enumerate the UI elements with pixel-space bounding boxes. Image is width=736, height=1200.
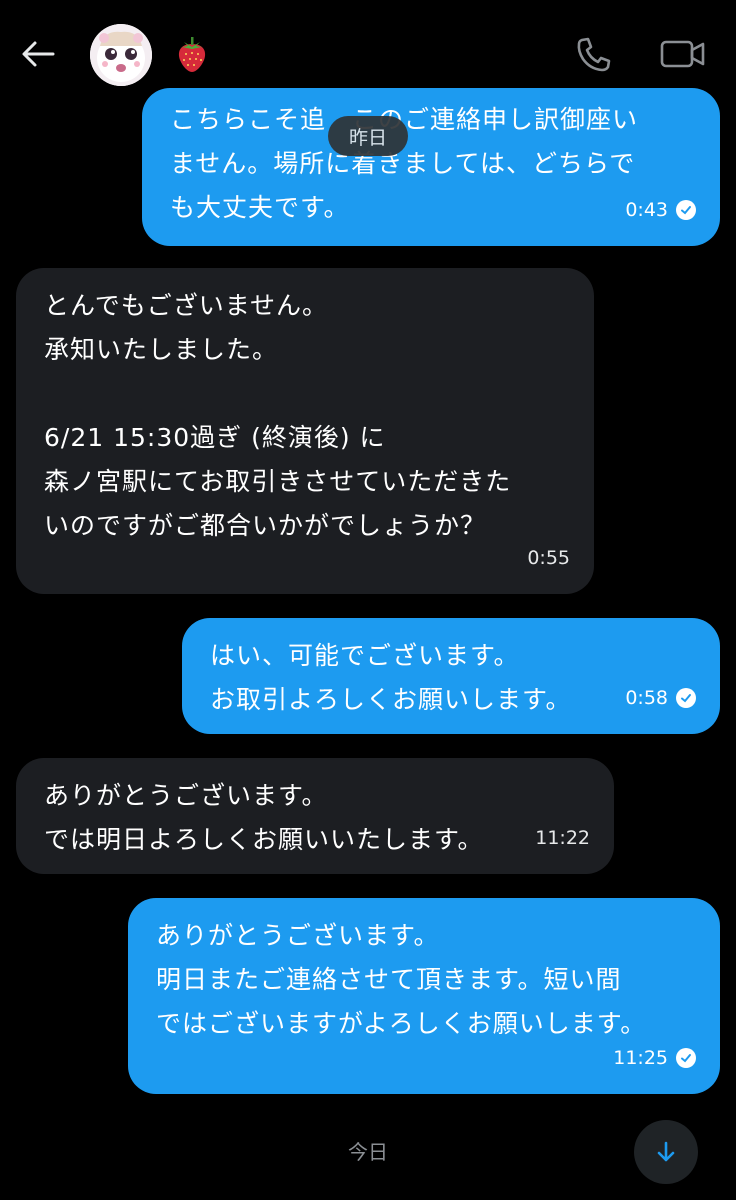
message-bubble-incoming[interactable]: とんでもございません。 承知いたしました。 6/21 15:30過ぎ (終演後)… [16,268,594,594]
message-bubble-outgoing[interactable]: はい、可能でございます。 お取引よろしくお願いします。 0:58 [182,618,720,734]
message-text: こちらこそ追 このご連絡申し訳御座い ません。場所に着きましては、どちらで も大… [170,105,639,222]
message-text: ありがとうございます。 では明日よろしくお願いいたします。 [44,781,484,854]
message-time: 11:25 [613,1047,668,1069]
date-separator-today: 今日 [348,1139,388,1164]
message-bubble-outgoing[interactable]: こちらこそ追 このご連絡申し訳御座い ません。場所に着きましては、どちらで も大… [142,88,720,246]
back-button[interactable] [18,36,58,72]
message-bubble-outgoing[interactable]: ありがとうございます。 明日またご連絡させて頂きます。短い間 ではございますがよ… [128,898,720,1094]
message-bubble-incoming[interactable]: ありがとうございます。 では明日よろしくお願いいたします。 11:22 [16,758,614,874]
date-separator-yesterday: 昨日 [328,116,408,156]
scroll-to-bottom-button[interactable] [634,1120,698,1184]
contact-name-emoji [172,34,212,74]
dm-conversation-screen: 昨日 こちらこそ追 このご連絡申し訳御座い ません。場所に着きましては、どちらで… [0,0,736,1200]
contact-avatar[interactable] [90,24,152,86]
message-meta: 0:55 [527,536,570,580]
voice-call-button[interactable] [572,34,616,74]
message-meta: 0:58 [625,676,696,720]
avatar-image [90,24,152,86]
video-call-button[interactable] [658,34,708,74]
phone-icon [577,37,611,72]
read-check-icon [676,1048,696,1068]
message-time: 0:43 [625,199,668,221]
read-check-icon [676,200,696,220]
message-time: 11:22 [535,827,590,849]
message-text: ありがとうございます。 明日またご連絡させて頂きます。短い間 ではございますがよ… [156,921,647,1038]
back-arrow-icon [22,41,55,67]
read-check-icon [676,688,696,708]
message-meta: 11:22 [535,816,590,860]
arrow-down-icon [657,1141,675,1162]
message-time: 0:58 [625,687,668,709]
message-text: はい、可能でございます。 お取引よろしくお願いします。 [210,641,572,714]
video-camera-icon [660,40,705,68]
message-time: 0:55 [527,547,570,569]
message-meta: 0:43 [625,188,696,232]
message-meta: 11:25 [613,1036,696,1080]
strawberry-icon [178,37,206,72]
conversation-header [0,0,736,100]
message-text: とんでもございません。 承知いたしました。 6/21 15:30過ぎ (終演後)… [44,291,512,540]
